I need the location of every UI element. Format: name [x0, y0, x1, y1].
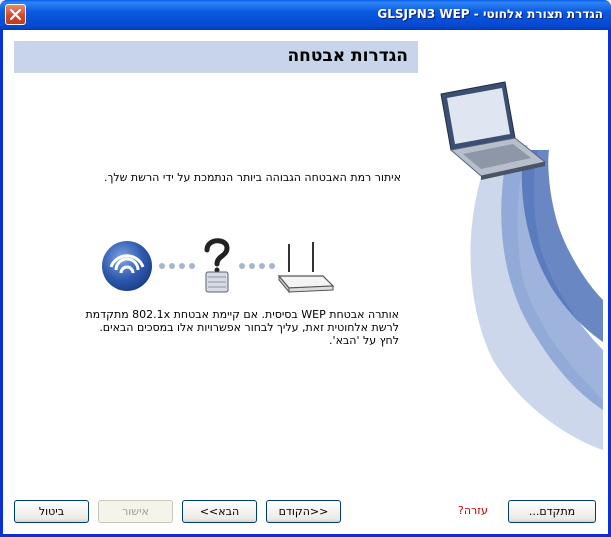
wizard-body: הגדרות אבטחה איתור רמת האבטחה הגבוהה ביו… — [3, 30, 608, 534]
title-bar[interactable]: הגדרת תצורת אלחוטי - GLSJPN3 WEP — [0, 0, 611, 30]
description-line: לרשת אלחוטית זאת, עליך לבחור אפשרויות אל… — [99, 321, 399, 334]
laptop-illustration — [440, 81, 603, 450]
security-detection-diagram — [102, 238, 335, 294]
description-line: אותרה אבטחת WEP בסיסית. אם קיימת אבטחת 8… — [85, 308, 399, 321]
help-link[interactable]: עזרה? — [458, 504, 488, 517]
laptop-icon — [440, 81, 547, 180]
security-description: אותרה אבטחת WEP בסיסית. אם קיימת אבטחת 8… — [43, 308, 399, 347]
wizard-window: הגדרת תצורת אלחוטי - GLSJPN3 WEP הגדרות … — [0, 0, 611, 537]
advanced-button[interactable]: מתקדם... — [508, 500, 596, 523]
padlock-question-icon — [204, 238, 230, 293]
window-title: הגדרת תצורת אלחוטי - GLSJPN3 WEP — [377, 7, 603, 21]
intro-text: איתור רמת האבטחה הגבוהה ביותר הנתמכת על … — [103, 171, 401, 184]
close-icon — [9, 8, 22, 21]
page-title: הגדרות אבטחה — [287, 46, 408, 66]
next-button[interactable]: הבא>> — [182, 500, 257, 523]
router-icon — [277, 242, 335, 294]
wireless-network-icon — [102, 241, 152, 291]
back-button[interactable]: <<הקודם — [266, 500, 341, 523]
page-header: הגדרות אבטחה — [14, 41, 418, 73]
cancel-button[interactable]: ביטול — [14, 500, 89, 523]
description-line: לחץ על 'הבא'. — [329, 334, 399, 347]
close-button[interactable] — [5, 4, 26, 25]
ok-button[interactable]: אישור — [98, 500, 173, 523]
